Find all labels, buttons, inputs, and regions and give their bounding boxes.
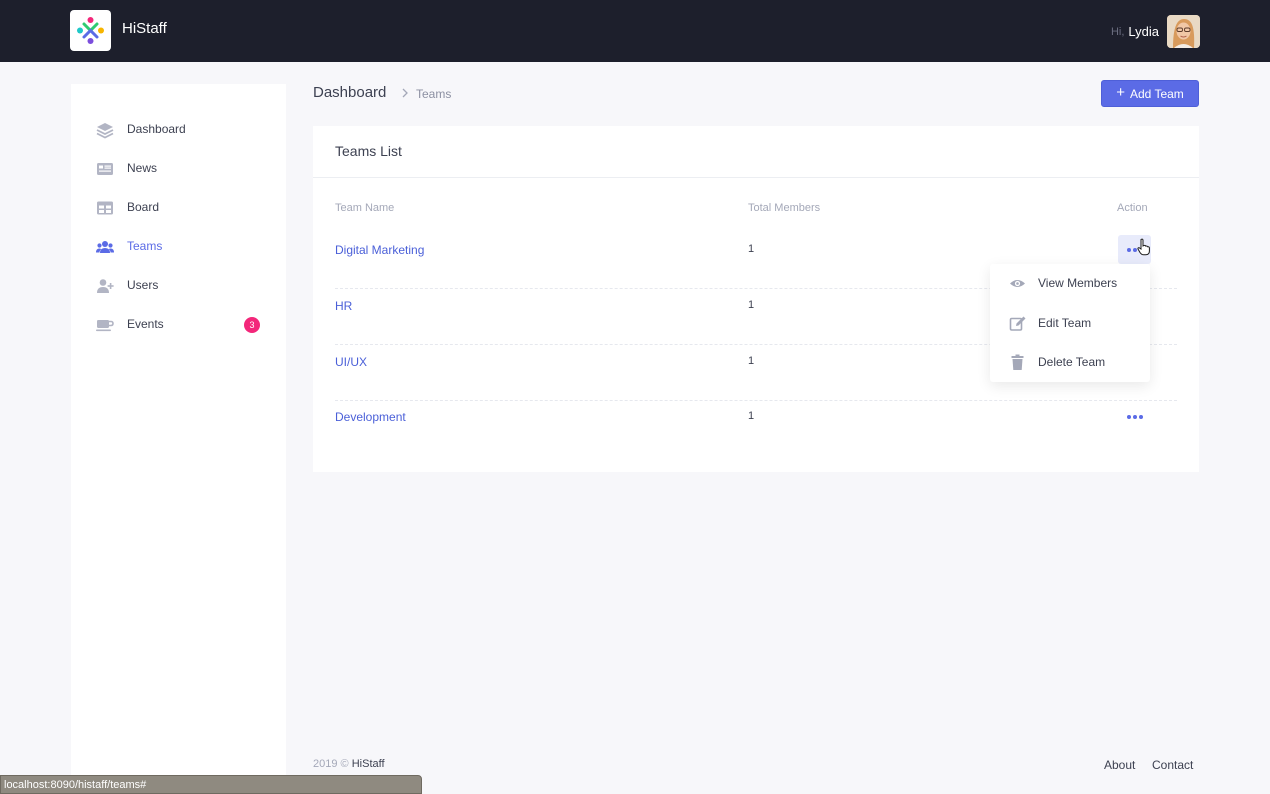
menu-item-view-members[interactable]: View Members — [990, 264, 1150, 303]
row-actions-menu: View Members Edit Team Delete Team — [990, 264, 1150, 382]
column-header-team-name: Team Name — [335, 202, 395, 214]
footer-brand: HiStaff — [351, 758, 385, 770]
sidebar-item-label: News — [127, 161, 158, 175]
member-count: 1 — [748, 299, 755, 311]
plus-icon: + — [1116, 84, 1125, 101]
menu-item-label: Delete Team — [1038, 355, 1106, 369]
breadcrumb-root[interactable]: Dashboard — [313, 84, 386, 101]
sidebar-item-label: Users — [127, 278, 159, 292]
footer-year: 2019 — [313, 758, 338, 770]
sidebar-item-teams[interactable]: Teams — [71, 227, 286, 266]
column-header-total-members: Total Members — [748, 202, 821, 214]
column-header-action: Action — [1117, 202, 1148, 214]
logo-icon — [77, 17, 104, 44]
sidebar-item-news[interactable]: News — [71, 149, 286, 188]
user-plus-icon — [97, 279, 114, 293]
copyright-symbol: © — [340, 758, 349, 770]
chevron-right-icon — [402, 88, 408, 98]
avatar-image — [1167, 15, 1200, 48]
edit-icon — [1009, 316, 1026, 331]
users-icon — [96, 241, 114, 253]
add-team-button[interactable]: + Add Team — [1101, 80, 1199, 107]
avatar[interactable] — [1167, 15, 1200, 48]
menu-item-edit-team[interactable]: Edit Team — [990, 304, 1150, 343]
sidebar-item-users[interactable]: Users — [71, 266, 286, 305]
breadcrumb-current: Teams — [416, 87, 452, 101]
row-actions-button[interactable] — [1118, 402, 1151, 431]
more-horizontal-icon — [1126, 414, 1143, 419]
coffee-icon — [96, 320, 114, 332]
team-name-link[interactable]: Development — [335, 410, 406, 424]
trash-icon — [1011, 354, 1024, 370]
eye-icon — [1010, 280, 1025, 287]
member-count: 1 — [748, 355, 755, 367]
team-name-link[interactable]: HR — [335, 299, 352, 313]
top-navbar: HiStaff Hi, Lydia — [0, 0, 1270, 62]
member-count: 1 — [748, 410, 755, 422]
events-count-badge: 3 — [244, 317, 260, 333]
card-title: Teams List — [335, 143, 402, 159]
sidebar-item-label: Events — [127, 317, 164, 331]
footer-copyright: 2019 © HiStaff — [313, 758, 385, 770]
member-count: 1 — [748, 243, 755, 255]
app-title: HiStaff — [122, 20, 167, 37]
card-divider — [313, 177, 1199, 178]
footer-about-link[interactable]: About — [1104, 758, 1135, 772]
sidebar: Dashboard News Board Teams Users Events … — [71, 84, 286, 794]
team-name-link[interactable]: UI/UX — [335, 355, 367, 369]
sidebar-item-label: Board — [127, 200, 160, 214]
sidebar-item-events[interactable]: Events 3 — [71, 305, 286, 344]
app-logo[interactable] — [70, 10, 111, 51]
table-icon — [97, 201, 113, 215]
user-name: Lydia — [1128, 24, 1159, 39]
hand-cursor-icon — [1137, 238, 1150, 256]
browser-status-url: localhost:8090/histaff/teams# — [0, 775, 422, 794]
greeting-text: Hi, — [1110, 25, 1125, 38]
sidebar-item-label: Dashboard — [127, 122, 186, 136]
newspaper-icon — [97, 163, 113, 175]
sidebar-item-label: Teams — [127, 239, 163, 253]
team-name-link[interactable]: Digital Marketing — [335, 243, 424, 257]
footer-contact-link[interactable]: Contact — [1152, 758, 1193, 772]
menu-item-delete-team[interactable]: Delete Team — [990, 343, 1150, 382]
user-menu[interactable]: Hi, Lydia — [1111, 15, 1200, 48]
add-team-label: Add Team — [1129, 86, 1184, 101]
menu-item-label: View Members — [1038, 276, 1118, 290]
table-row: Development 1 — [335, 400, 1177, 456]
menu-item-label: Edit Team — [1038, 316, 1092, 330]
sidebar-item-board[interactable]: Board — [71, 188, 286, 227]
sidebar-item-dashboard[interactable]: Dashboard — [71, 110, 286, 149]
layers-icon — [96, 123, 114, 139]
